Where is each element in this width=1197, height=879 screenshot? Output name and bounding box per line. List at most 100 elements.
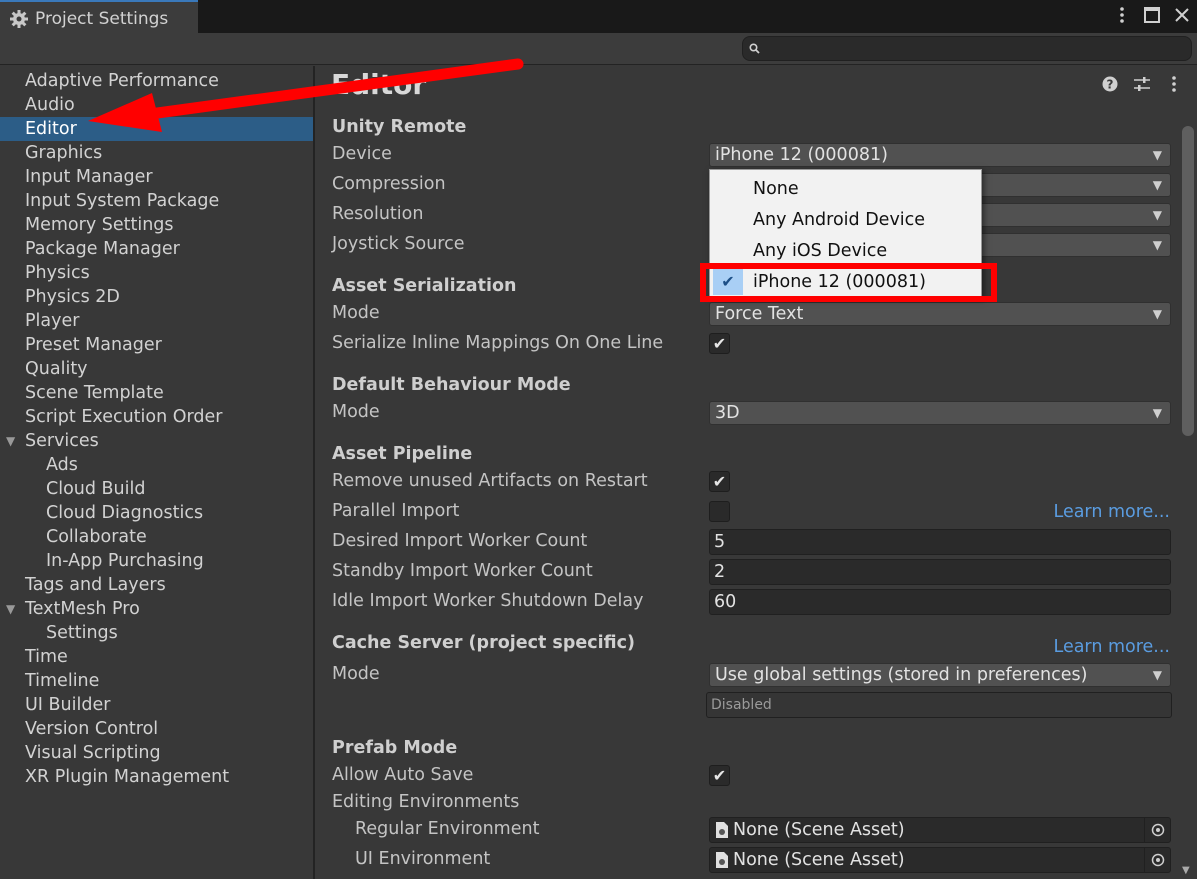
highlight-box <box>700 263 997 302</box>
sidebar-item-input-manager[interactable]: Input Manager <box>0 165 313 189</box>
idle-shutdown-label: Idle Import Worker Shutdown Delay <box>332 591 644 611</box>
project-settings-tab[interactable]: Project Settings <box>0 0 198 35</box>
sidebar-item-time[interactable]: Time <box>0 645 313 669</box>
ui-environment-field[interactable]: None (Scene Asset) <box>709 847 1171 873</box>
behaviour-mode-value: 3D <box>715 403 740 423</box>
more-options-icon[interactable] <box>1165 75 1183 93</box>
sidebar-item-label: Script Execution Order <box>25 407 223 427</box>
ui-environment-value: None (Scene Asset) <box>733 850 905 870</box>
unity-remote-header: Unity Remote <box>332 117 467 137</box>
sidebar-item-quality[interactable]: Quality <box>0 357 313 381</box>
close-icon[interactable] <box>1173 4 1191 26</box>
sidebar-item-adaptive-performance[interactable]: Adaptive Performance <box>0 69 313 93</box>
sidebar-item-textmesh-pro[interactable]: ▼ TextMesh Pro <box>0 597 313 621</box>
sidebar-item-tags-and-layers[interactable]: Tags and Layers <box>0 573 313 597</box>
menu-item-any-android[interactable]: Any Android Device <box>710 205 981 235</box>
scroll-down-icon[interactable]: ▼ <box>1182 865 1190 876</box>
remove-artifacts-checkbox[interactable]: ✔ <box>709 471 730 492</box>
regular-environment-field[interactable]: None (Scene Asset) <box>709 817 1171 843</box>
object-picker-icon[interactable] <box>1144 818 1170 842</box>
sidebar-item-in-app-purchasing[interactable]: In-App Purchasing <box>0 549 313 573</box>
help-icon[interactable]: ? <box>1101 75 1119 93</box>
scrollbar-thumb[interactable] <box>1182 126 1194 436</box>
cache-mode-value: Use global settings (stored in preferenc… <box>715 665 1088 685</box>
sidebar-item-physics-2d[interactable]: Physics 2D <box>0 285 313 309</box>
cache-mode-dropdown[interactable]: Use global settings (stored in preferenc… <box>709 663 1171 687</box>
sidebar-item-input-system-package[interactable]: Input System Package <box>0 189 313 213</box>
inline-mappings-checkbox[interactable]: ✔ <box>709 333 730 354</box>
parallel-import-checkbox[interactable] <box>709 501 730 522</box>
device-dropdown[interactable]: iPhone 12 (000081) ▼ <box>709 143 1171 167</box>
prefab-mode-header: Prefab Mode <box>332 738 458 758</box>
sidebar-item-label: Physics 2D <box>25 287 120 307</box>
default-behaviour-header: Default Behaviour Mode <box>332 375 571 395</box>
sidebar-item-xr-plugin-management[interactable]: XR Plugin Management <box>0 765 313 789</box>
asset-pipeline-header: Asset Pipeline <box>332 444 473 464</box>
behaviour-mode-dropdown[interactable]: 3D ▼ <box>709 401 1171 425</box>
sidebar-item-label: Ads <box>46 455 78 475</box>
editing-environments-label: Editing Environments <box>332 792 520 812</box>
sidebar-item-cloud-build[interactable]: Cloud Build <box>0 477 313 501</box>
maximize-icon[interactable] <box>1143 4 1161 26</box>
sidebar-item-script-execution-order[interactable]: Script Execution Order <box>0 405 313 429</box>
sidebar-item-cloud-diagnostics[interactable]: Cloud Diagnostics <box>0 501 313 525</box>
sidebar-item-audio[interactable]: Audio <box>0 93 313 117</box>
scene-asset-icon <box>716 822 728 838</box>
sidebar-item-label: Cloud Build <box>46 479 146 499</box>
search-icon <box>749 43 760 54</box>
sidebar-item-physics[interactable]: Physics <box>0 261 313 285</box>
sidebar-item-player[interactable]: Player <box>0 309 313 333</box>
presets-icon[interactable] <box>1133 75 1151 93</box>
checkmark-icon: ✔ <box>712 766 727 785</box>
sidebar-item-editor[interactable]: Editor <box>0 117 313 141</box>
page-title: Editor <box>331 68 427 101</box>
sidebar-item-services[interactable]: ▼ Services <box>0 429 313 453</box>
dropdown-arrow-icon: ▼ <box>1152 178 1162 192</box>
checkmark-icon: ✔ <box>712 334 727 353</box>
menu-item-any-ios[interactable]: Any iOS Device <box>710 236 981 266</box>
sidebar-item-settings[interactable]: Settings <box>0 621 313 645</box>
sidebar-item-scene-template[interactable]: Scene Template <box>0 381 313 405</box>
joystick-source-label: Joystick Source <box>332 234 465 254</box>
foldout-arrow-icon[interactable]: ▼ <box>6 597 15 621</box>
search-box[interactable] <box>742 36 1192 61</box>
sidebar-item-label: Timeline <box>25 671 100 691</box>
sidebar-item-label: Services <box>25 431 99 451</box>
regular-environment-label: Regular Environment <box>355 819 540 839</box>
menu-item-none[interactable]: None <box>710 174 981 204</box>
sidebar-item-memory-settings[interactable]: Memory Settings <box>0 213 313 237</box>
sidebar-item-label: Player <box>25 311 80 331</box>
auto-save-label: Allow Auto Save <box>332 765 474 785</box>
regular-environment-value: None (Scene Asset) <box>733 820 905 840</box>
sidebar-item-label: Input System Package <box>25 191 220 211</box>
search-input[interactable] <box>764 40 1191 57</box>
sidebar-item-visual-scripting[interactable]: Visual Scripting <box>0 741 313 765</box>
sidebar-item-version-control[interactable]: Version Control <box>0 717 313 741</box>
parallel-import-label: Parallel Import <box>332 501 460 521</box>
sidebar-item-label: Tags and Layers <box>25 575 166 595</box>
learn-more-link[interactable]: Learn more... <box>1054 502 1171 522</box>
sidebar-item-graphics[interactable]: Graphics <box>0 141 313 165</box>
sidebar-item-timeline[interactable]: Timeline <box>0 669 313 693</box>
object-picker-icon[interactable] <box>1144 848 1170 872</box>
sidebar-item-preset-manager[interactable]: Preset Manager <box>0 333 313 357</box>
sidebar-item-label: Audio <box>25 95 75 115</box>
foldout-arrow-icon[interactable]: ▼ <box>6 429 15 453</box>
dropdown-arrow-icon: ▼ <box>1152 208 1162 222</box>
sidebar-item-label: Version Control <box>25 719 159 739</box>
scene-asset-icon <box>716 852 728 868</box>
sidebar-item-collaborate[interactable]: Collaborate <box>0 525 313 549</box>
sidebar-item-ads[interactable]: Ads <box>0 453 313 477</box>
auto-save-checkbox[interactable]: ✔ <box>709 765 730 786</box>
desired-workers-field[interactable]: 5 <box>709 529 1171 555</box>
serialization-mode-dropdown[interactable]: Force Text ▼ <box>709 302 1171 326</box>
sidebar-item-package-manager[interactable]: Package Manager <box>0 237 313 261</box>
standby-workers-field[interactable]: 2 <box>709 559 1171 585</box>
idle-shutdown-field[interactable]: 60 <box>709 589 1171 615</box>
kebab-menu-icon[interactable] <box>1113 4 1131 26</box>
device-label: Device <box>332 144 392 164</box>
vertical-scrollbar[interactable]: ▼ <box>1180 120 1195 876</box>
sidebar-item-ui-builder[interactable]: UI Builder <box>0 693 313 717</box>
cache-learn-more-link[interactable]: Learn more... <box>1054 637 1171 657</box>
asset-serialization-header: Asset Serialization <box>332 276 517 296</box>
